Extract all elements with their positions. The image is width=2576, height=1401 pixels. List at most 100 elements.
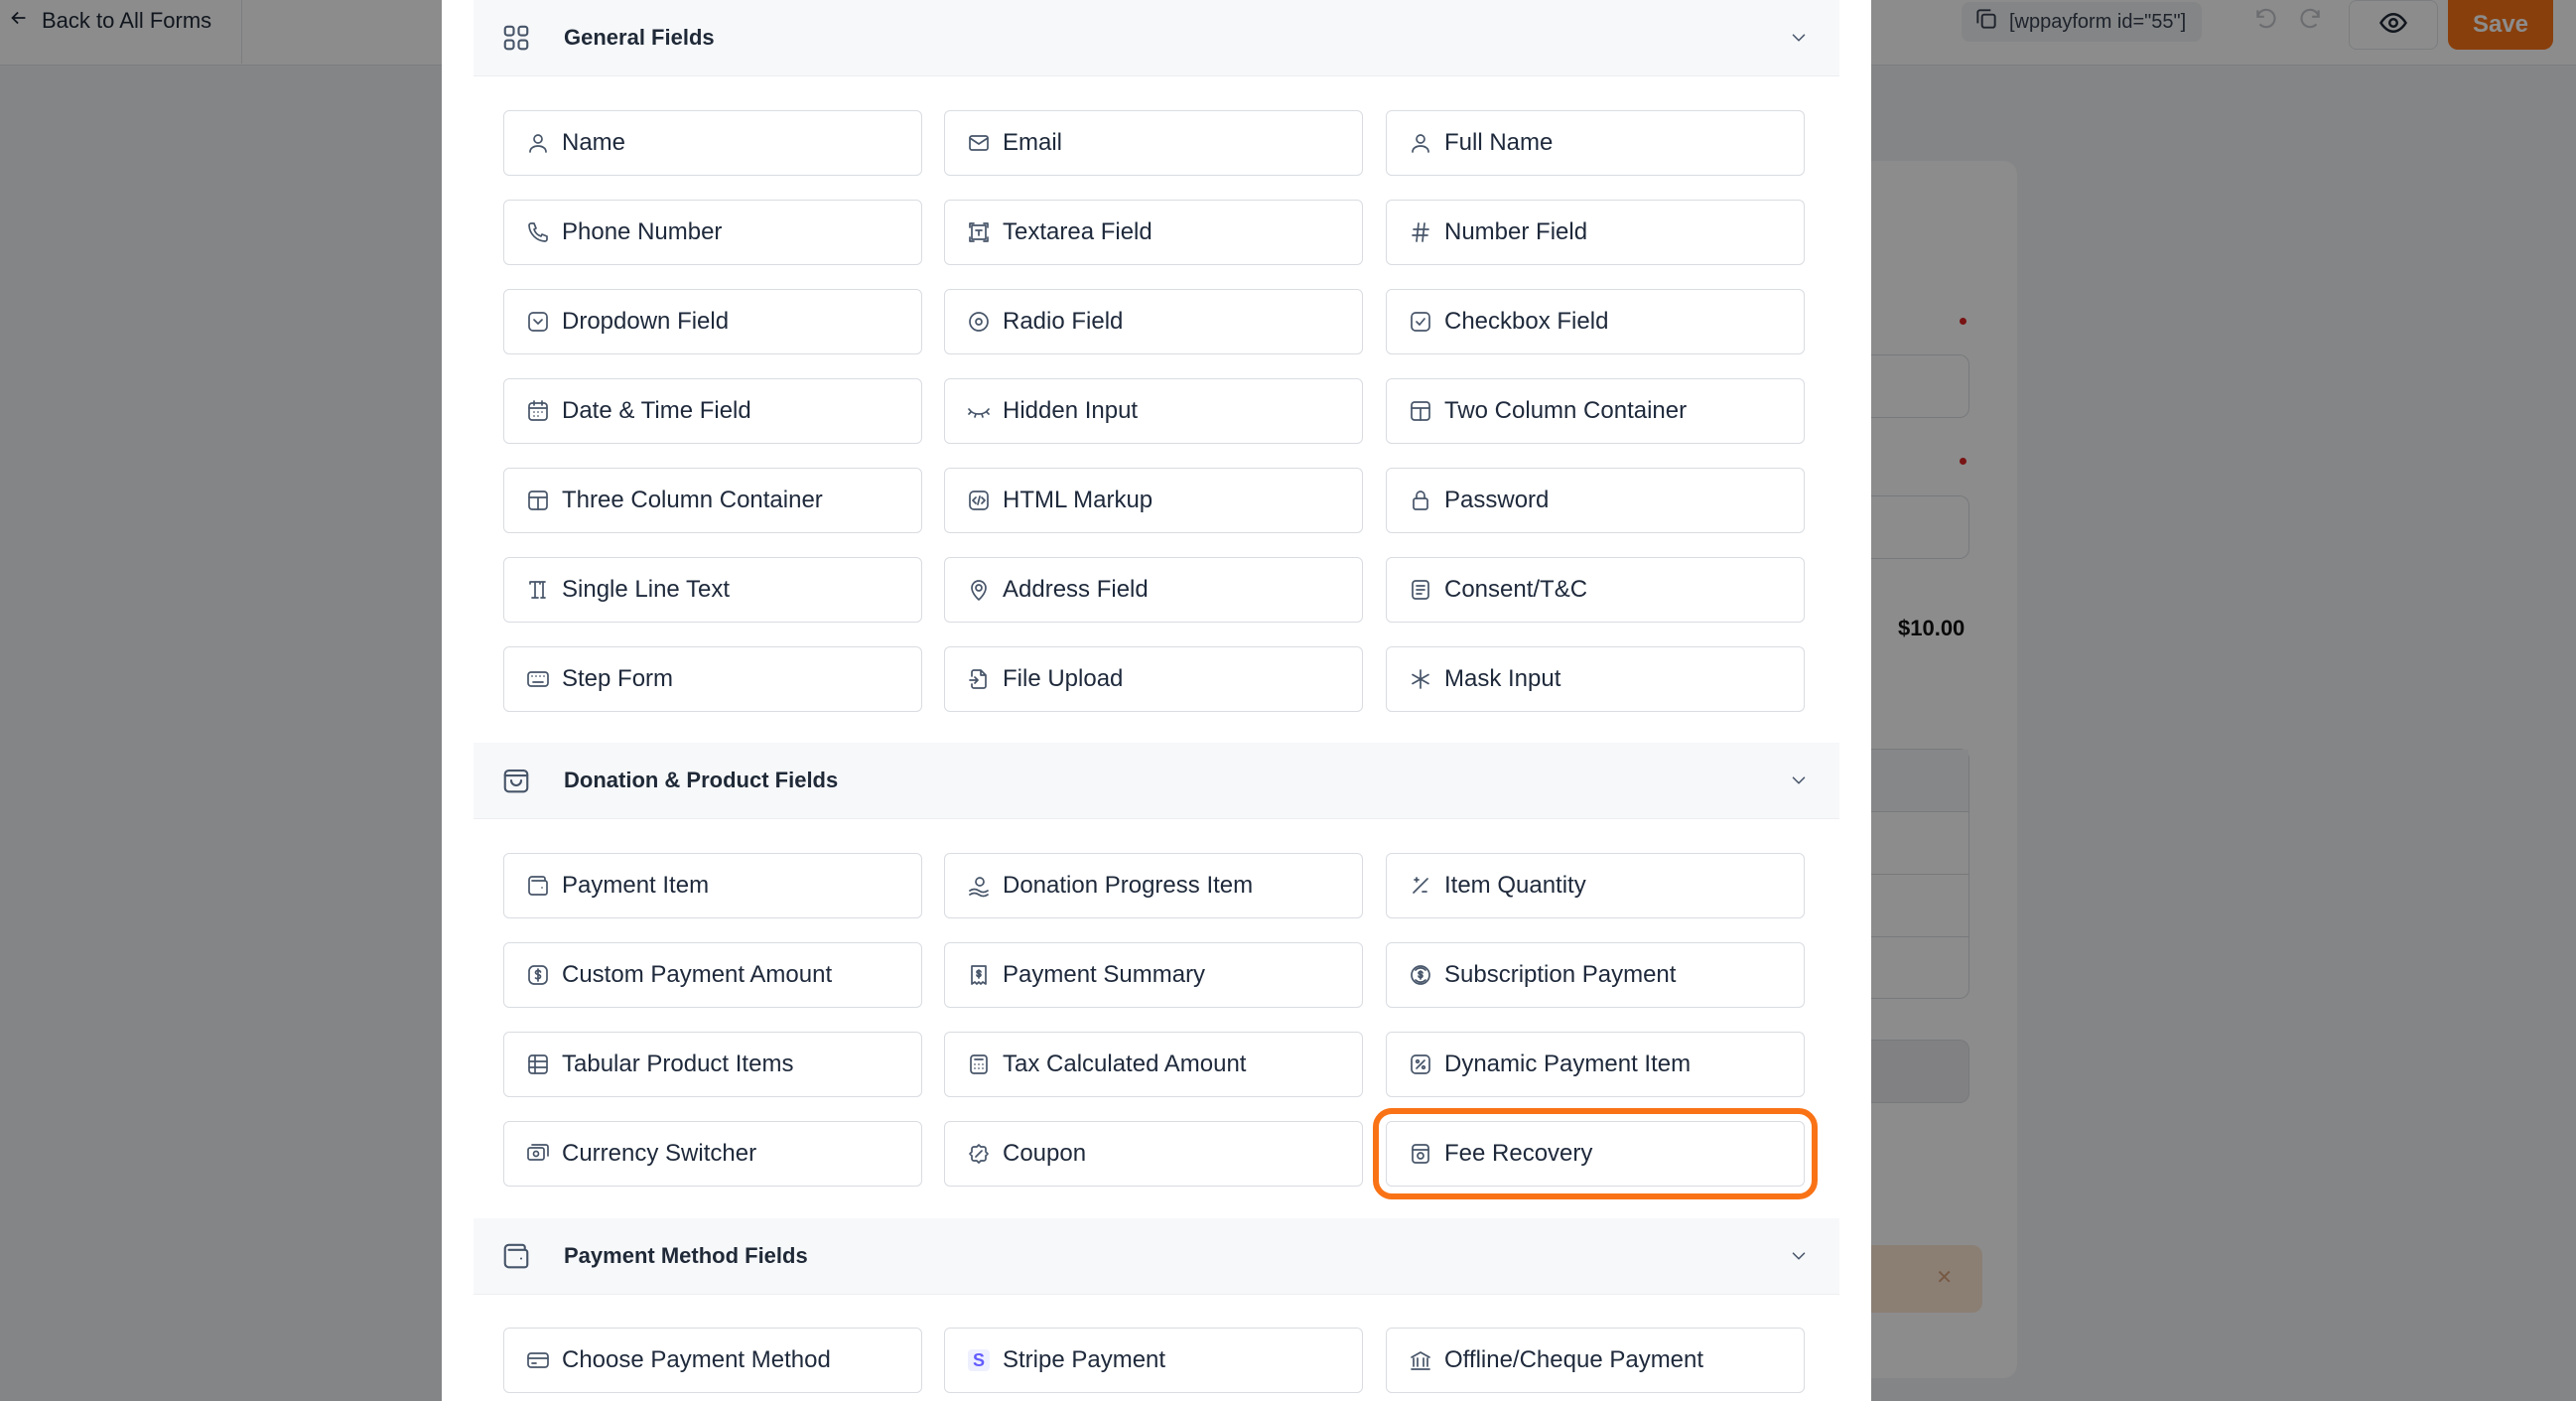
field-button-label: Stripe Payment <box>1003 1346 1166 1373</box>
field-button-single-line-text[interactable]: Single Line Text <box>503 557 922 623</box>
asterisk-icon <box>1409 667 1432 691</box>
field-button-name[interactable]: Name <box>503 110 922 176</box>
wallet-icon <box>526 874 550 898</box>
field-button-phone-number[interactable]: Phone Number <box>503 200 922 265</box>
field-button-coupon[interactable]: Coupon <box>944 1121 1363 1187</box>
card-icon <box>526 1348 550 1372</box>
dollar-icon <box>526 963 550 987</box>
checkbox-icon <box>1409 310 1432 334</box>
field-button-label: Choose Payment Method <box>562 1346 831 1373</box>
calculator-icon <box>967 1052 991 1076</box>
field-button-address-field[interactable]: Address Field <box>944 557 1363 623</box>
field-button-label: Item Quantity <box>1444 872 1586 899</box>
calendar-icon <box>526 399 550 423</box>
field-button-label: Single Line Text <box>562 576 731 603</box>
field-button-label: Name <box>562 129 626 156</box>
columns-icon <box>526 489 550 512</box>
field-button-offline-cheque-payment[interactable]: Offline/Cheque Payment <box>1386 1328 1805 1393</box>
section-header-1[interactable]: Donation & Product Fields <box>474 743 1839 819</box>
field-picker-modal: General Fields Name Email Full Name Phone Nu… <box>442 0 1871 1401</box>
field-button-dynamic-payment-item[interactable]: Dynamic Payment Item <box>1386 1032 1805 1097</box>
coupon-icon <box>967 1142 991 1166</box>
field-button-tabular-product-items[interactable]: Tabular Product Items <box>503 1032 922 1097</box>
quantity-icon <box>1409 874 1432 898</box>
field-button-date-time-field[interactable]: Date & Time Field <box>503 378 922 444</box>
field-button-file-upload[interactable]: File Upload <box>944 646 1363 712</box>
stripe-icon: S <box>967 1348 991 1372</box>
field-button-label: Fee Recovery <box>1444 1140 1593 1167</box>
field-button-donation-progress-item[interactable]: Donation Progress Item <box>944 853 1363 918</box>
field-button-textarea-field[interactable]: Textarea Field <box>944 200 1363 265</box>
field-button-hidden-input[interactable]: Hidden Input <box>944 378 1363 444</box>
mail-icon <box>967 131 991 155</box>
field-button-label: Currency Switcher <box>562 1140 757 1167</box>
field-button-label: Dynamic Payment Item <box>1444 1051 1692 1077</box>
field-button-checkbox-field[interactable]: Checkbox Field <box>1386 289 1805 354</box>
field-button-item-quantity[interactable]: Item Quantity <box>1386 853 1805 918</box>
percent-icon <box>1409 1052 1432 1076</box>
hash-icon <box>1409 220 1432 244</box>
field-button-mask-input[interactable]: Mask Input <box>1386 646 1805 712</box>
phone-icon <box>526 220 550 244</box>
field-button-choose-payment-method[interactable]: Choose Payment Method <box>503 1328 922 1393</box>
field-button-two-column-container[interactable]: Two Column Container <box>1386 378 1805 444</box>
table-icon <box>526 1052 550 1076</box>
fee-icon <box>1409 1142 1432 1166</box>
subscription-icon <box>1409 963 1432 987</box>
field-button-label: Custom Payment Amount <box>562 961 833 988</box>
field-button-label: Number Field <box>1444 218 1588 245</box>
currency-icon <box>526 1142 550 1166</box>
field-button-label: Date & Time Field <box>562 397 751 424</box>
chevron-down-icon[interactable] <box>1788 770 1810 791</box>
field-button-label: Donation Progress Item <box>1003 872 1254 899</box>
code-icon <box>967 489 991 512</box>
field-button-label: Coupon <box>1003 1140 1087 1167</box>
shopping-bag-icon <box>501 766 531 795</box>
bank-icon <box>1409 1348 1432 1372</box>
field-button-tax-calculated-amount[interactable]: Tax Calculated Amount <box>944 1032 1363 1097</box>
field-button-dropdown-field[interactable]: Dropdown Field <box>503 289 922 354</box>
wallet-icon <box>501 1241 531 1271</box>
field-button-subscription-payment[interactable]: Subscription Payment <box>1386 942 1805 1008</box>
lock-icon <box>1409 489 1432 512</box>
field-button-full-name[interactable]: Full Name <box>1386 110 1805 176</box>
grid-icon <box>501 23 531 53</box>
location-icon <box>967 578 991 602</box>
chevron-down-icon[interactable] <box>1788 27 1810 49</box>
user-icon <box>1409 131 1432 155</box>
document-icon <box>1409 578 1432 602</box>
field-button-html-markup[interactable]: HTML Markup <box>944 468 1363 533</box>
field-button-payment-item[interactable]: Payment Item <box>503 853 922 918</box>
field-button-label: Tabular Product Items <box>562 1051 794 1077</box>
field-button-label: Hidden Input <box>1003 397 1139 424</box>
field-button-currency-switcher[interactable]: Currency Switcher <box>503 1121 922 1187</box>
field-button-three-column-container[interactable]: Three Column Container <box>503 468 922 533</box>
columns-icon <box>1409 399 1432 423</box>
field-button-payment-summary[interactable]: Payment Summary <box>944 942 1363 1008</box>
file-upload-icon <box>967 667 991 691</box>
field-button-label: File Upload <box>1003 665 1124 692</box>
field-button-number-field[interactable]: Number Field <box>1386 200 1805 265</box>
chevron-down-icon[interactable] <box>1788 1245 1810 1267</box>
field-button-fee-recovery[interactable]: Fee Recovery <box>1373 1108 1818 1199</box>
field-button-password[interactable]: Password <box>1386 468 1805 533</box>
field-button-label: HTML Markup <box>1003 487 1153 513</box>
section-header-2[interactable]: Payment Method Fields <box>474 1218 1839 1295</box>
field-button-email[interactable]: Email <box>944 110 1363 176</box>
field-button-stripe-payment[interactable]: S Stripe Payment <box>944 1328 1363 1393</box>
section-header-0[interactable]: General Fields <box>474 0 1839 76</box>
eye-closed-icon <box>967 399 991 423</box>
field-button-label: Address Field <box>1003 576 1149 603</box>
field-button-label: Dropdown Field <box>562 308 730 335</box>
field-button-label: Textarea Field <box>1003 218 1152 245</box>
field-button-radio-field[interactable]: Radio Field <box>944 289 1363 354</box>
field-button-label: Checkbox Field <box>1444 308 1609 335</box>
field-button-custom-payment-amount[interactable]: Custom Payment Amount <box>503 942 922 1008</box>
field-button-step-form[interactable]: Step Form <box>503 646 922 712</box>
section-title: Payment Method Fields <box>564 1243 808 1268</box>
radio-icon <box>967 310 991 334</box>
receipt-icon <box>967 963 991 987</box>
field-button-label: Consent/T&C <box>1444 576 1588 603</box>
field-button-label: Tax Calculated Amount <box>1003 1051 1247 1077</box>
field-button-consent-t-c[interactable]: Consent/T&C <box>1386 557 1805 623</box>
